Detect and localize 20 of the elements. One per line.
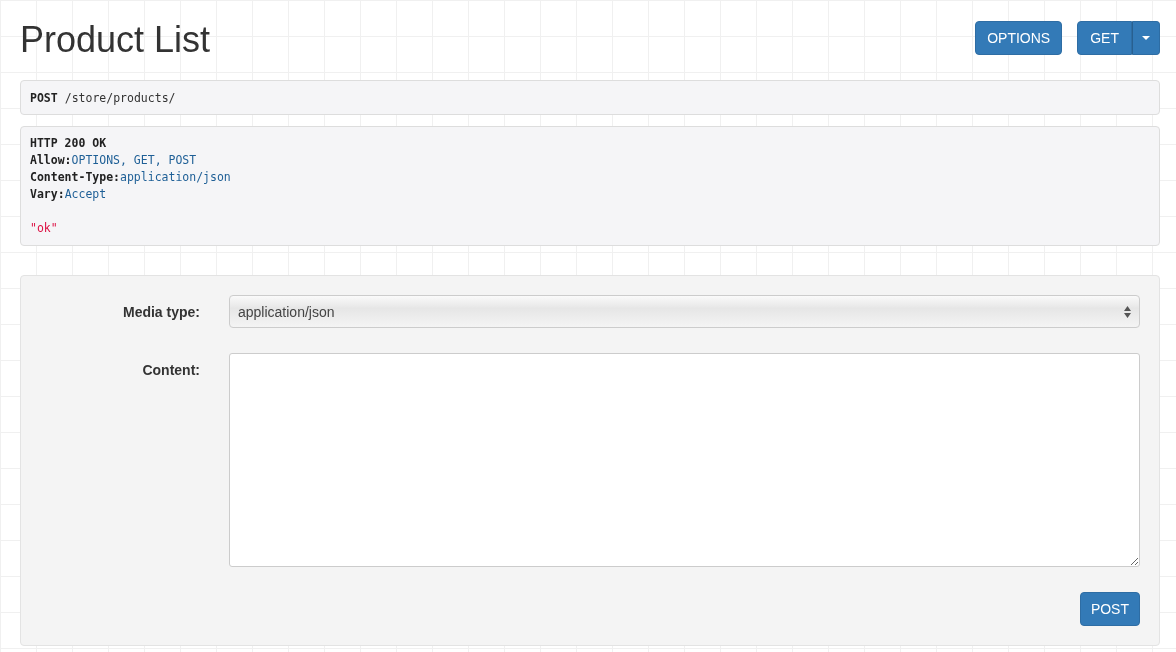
get-button[interactable]: GET (1077, 21, 1132, 55)
options-button[interactable]: OPTIONS (975, 21, 1063, 55)
header-value: application/json (120, 170, 231, 184)
updown-arrows-icon (1124, 305, 1131, 318)
header-name: Vary: (30, 187, 65, 201)
dropdown-toggle[interactable] (1132, 21, 1160, 55)
header-value: OPTIONS, GET, POST (71, 153, 197, 167)
media-type-select[interactable]: application/json (229, 295, 1140, 328)
header-name: Allow: (30, 153, 72, 167)
request-path: /store/products/ (64, 90, 176, 105)
field-label: Media type: (122, 303, 200, 322)
field-label: Content: (141, 361, 200, 380)
caret-icon (1142, 36, 1150, 40)
post-button[interactable]: POST (1079, 592, 1140, 626)
header-name: Content-Type: (30, 170, 120, 184)
request-method: POST (30, 90, 58, 105)
response-body: "ok" (30, 221, 58, 235)
page-title: Product List (20, 18, 211, 62)
header-value: Accept (64, 187, 107, 201)
response-status: HTTP 200 OK (30, 136, 107, 150)
